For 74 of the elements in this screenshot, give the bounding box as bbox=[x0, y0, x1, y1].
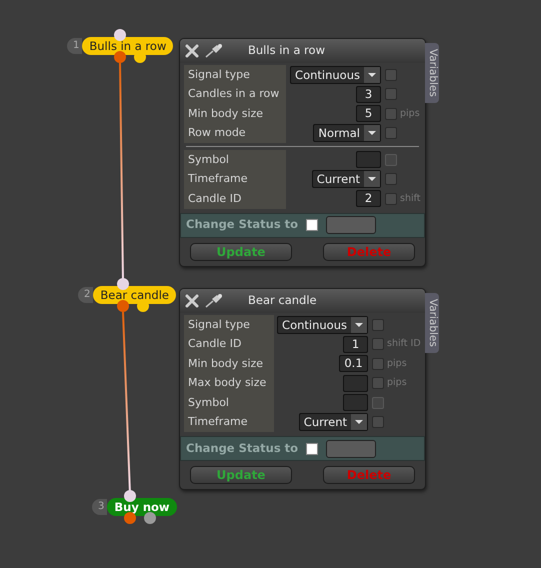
field-label: Signal type bbox=[184, 65, 286, 84]
dropdown[interactable]: Current bbox=[298, 413, 368, 432]
output-port[interactable] bbox=[124, 512, 136, 524]
number-field[interactable]: 0.1 bbox=[339, 355, 368, 372]
node-label[interactable]: Bulls in a row bbox=[82, 37, 174, 55]
close-icon[interactable] bbox=[184, 293, 200, 309]
output-port[interactable] bbox=[117, 300, 129, 312]
dropdown[interactable]: Continuous bbox=[277, 316, 368, 334]
node-label[interactable]: Buy now bbox=[107, 498, 177, 516]
checkbox[interactable] bbox=[385, 192, 397, 205]
field-label: Timeframe bbox=[184, 170, 286, 189]
panel-title: Bulls in a row bbox=[248, 42, 325, 60]
caret-icon bbox=[368, 72, 376, 77]
number-field[interactable] bbox=[343, 374, 368, 392]
node-number: 3 bbox=[92, 499, 108, 515]
input-port[interactable] bbox=[124, 490, 136, 502]
variables-tab[interactable]: Variables bbox=[425, 43, 439, 103]
number-field[interactable] bbox=[343, 394, 368, 412]
caret-icon bbox=[368, 131, 376, 136]
checkbox[interactable] bbox=[372, 318, 384, 331]
checkbox[interactable] bbox=[385, 173, 397, 186]
field-label: Symbol bbox=[184, 150, 286, 170]
field-label: Candles in a row bbox=[184, 84, 286, 104]
caret-icon bbox=[355, 420, 363, 424]
caret-icon bbox=[355, 322, 363, 327]
field-label: Symbol bbox=[184, 393, 274, 412]
unit-label: pips bbox=[399, 106, 421, 121]
pin-icon[interactable] bbox=[204, 43, 224, 59]
unit-label: pips bbox=[386, 376, 408, 390]
checkbox[interactable] bbox=[385, 127, 397, 140]
field-label: Timeframe bbox=[184, 412, 274, 432]
pin-icon[interactable] bbox=[204, 293, 224, 309]
dropdown[interactable]: Normal bbox=[313, 124, 381, 142]
node-label[interactable]: Bear candle bbox=[93, 286, 176, 304]
dropdown[interactable]: Continuous bbox=[290, 66, 381, 84]
number-field[interactable]: 3 bbox=[356, 86, 381, 103]
field-label: Candle ID bbox=[184, 334, 274, 354]
checkbox[interactable] bbox=[372, 358, 384, 370]
checkbox[interactable] bbox=[372, 377, 384, 390]
output-port[interactable] bbox=[114, 51, 126, 63]
field-label: Row mode bbox=[184, 124, 286, 143]
unit-label: shift bbox=[399, 192, 421, 206]
checkbox[interactable] bbox=[385, 68, 397, 81]
field-label: Min body size bbox=[184, 354, 274, 374]
checkbox[interactable] bbox=[385, 88, 397, 100]
caret-icon bbox=[368, 177, 376, 182]
field-label: Candle ID bbox=[184, 189, 286, 208]
checkbox[interactable] bbox=[372, 338, 384, 350]
input-port[interactable] bbox=[117, 278, 129, 290]
status-label: Change Status to bbox=[186, 440, 298, 457]
status-checkbox[interactable] bbox=[306, 219, 318, 231]
node-number: 2 bbox=[78, 287, 94, 303]
status-field[interactable] bbox=[326, 216, 376, 234]
status-label: Change Status to bbox=[186, 216, 298, 234]
number-field[interactable]: 2 bbox=[356, 190, 381, 208]
checkbox[interactable] bbox=[372, 416, 384, 428]
unit-label: pips bbox=[386, 356, 408, 371]
checkbox[interactable] bbox=[385, 108, 397, 120]
number-field[interactable]: 1 bbox=[343, 336, 368, 353]
field-label: Signal type bbox=[184, 315, 274, 334]
unit-label: shift ID bbox=[386, 337, 421, 352]
panel-title: Bear candle bbox=[248, 292, 317, 310]
input-port[interactable] bbox=[114, 29, 126, 41]
variables-tab[interactable]: Variables bbox=[425, 293, 439, 353]
field-label: Min body size bbox=[184, 104, 286, 124]
node-number: 1 bbox=[67, 38, 82, 54]
field-label: Max body size bbox=[184, 374, 274, 393]
number-field[interactable] bbox=[356, 151, 381, 168]
status-checkbox[interactable] bbox=[306, 442, 318, 454]
output-port[interactable] bbox=[144, 512, 156, 524]
number-field[interactable]: 5 bbox=[356, 105, 381, 122]
status-field[interactable] bbox=[326, 440, 376, 458]
close-icon[interactable] bbox=[184, 43, 200, 59]
dropdown[interactable]: Current bbox=[312, 170, 381, 188]
